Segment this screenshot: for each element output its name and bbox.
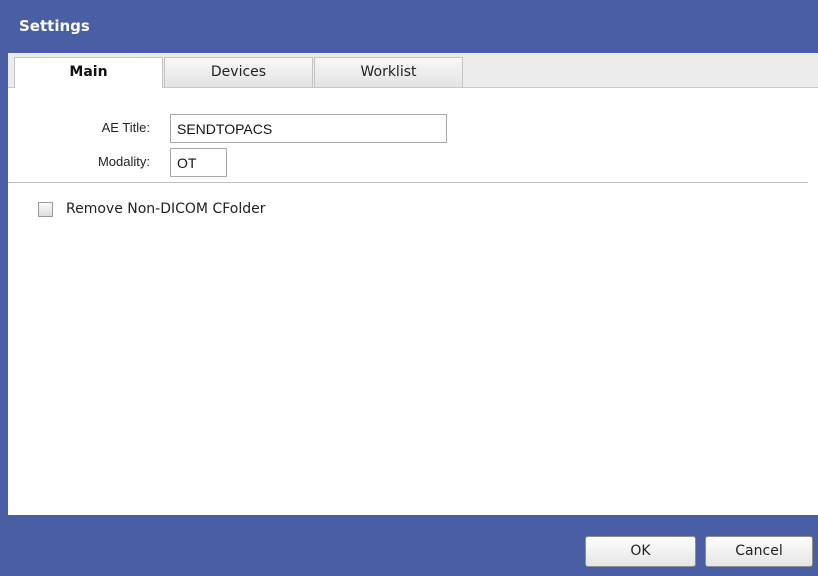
dialog-content: Main Devices Worklist AE Title: Modality… [8, 53, 818, 515]
cancel-button[interactable]: Cancel [705, 536, 813, 567]
title-bar: Settings [0, 0, 818, 53]
tab-main[interactable]: Main [14, 57, 163, 88]
ae-title-label: AE Title: [101, 120, 150, 135]
section-divider [8, 182, 808, 183]
modality-input[interactable] [170, 148, 227, 177]
ae-title-input[interactable] [170, 114, 447, 143]
settings-dialog: Settings Main Devices Worklist AE Title:… [0, 0, 818, 576]
modality-label: Modality: [97, 154, 150, 169]
remove-non-dicom-label: Remove Non-DICOM CFolder [66, 201, 266, 217]
tab-devices[interactable]: Devices [164, 57, 313, 87]
remove-non-dicom-checkbox[interactable] [38, 202, 53, 217]
ok-button[interactable]: OK [585, 536, 696, 567]
tab-strip: Main Devices Worklist [8, 53, 818, 88]
dialog-title: Settings [19, 17, 90, 35]
tab-worklist[interactable]: Worklist [314, 57, 463, 87]
